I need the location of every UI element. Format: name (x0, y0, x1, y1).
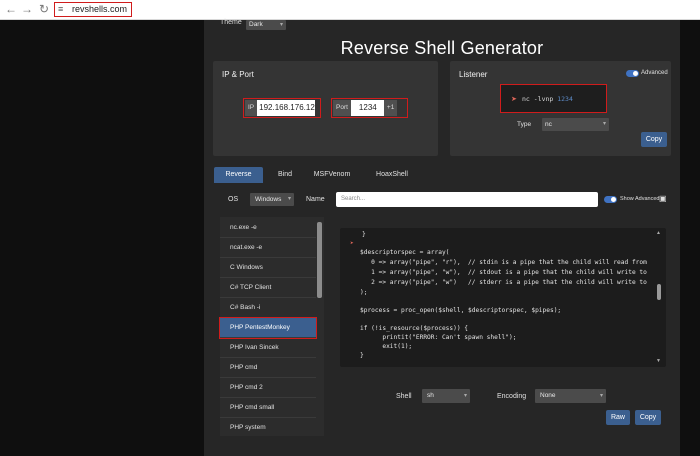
rocket-icon: ➤ (511, 96, 517, 103)
search-input[interactable]: Search... (336, 192, 598, 207)
advanced-toggle[interactable] (626, 70, 639, 77)
port-highlight (331, 98, 408, 118)
show-advanced-toggle[interactable] (604, 196, 617, 203)
list-item[interactable]: PHP cmd (220, 358, 316, 378)
listener-title: Listener (459, 70, 488, 79)
forward-icon[interactable]: → (20, 2, 34, 16)
list-item[interactable]: C# TCP Client (220, 278, 316, 298)
listener-command: ➤ nc -lvnp 1234 (500, 84, 607, 113)
code-line: if (!is_resource($process)) { (360, 325, 469, 332)
list-item[interactable]: nc.exe -e (220, 218, 316, 238)
scroll-down-icon[interactable]: ▼ (656, 358, 661, 364)
chevron-down-icon: ▾ (602, 121, 606, 127)
code-output[interactable]: } ➤ $descriptorspec = array( 0 => array(… (340, 228, 666, 367)
code-line: 1 => array("pipe", "w"), // stdout is a … (360, 269, 647, 276)
show-advanced-label: Show Advanced (620, 196, 660, 202)
chevron-down-icon: ▾ (279, 22, 283, 28)
theme-select[interactable]: Dark ▾ (246, 20, 286, 30)
code-scrollbar[interactable] (657, 284, 661, 300)
code-line: $process = proc_open($shell, $descriptor… (360, 307, 562, 314)
tab-bind[interactable]: Bind (270, 167, 300, 183)
list-item[interactable]: C# Bash -i (220, 298, 316, 318)
listener-command-prefix: nc -lvnp (522, 95, 554, 103)
code-line: 0 => array("pipe", "r"), // stdin is a p… (360, 259, 647, 266)
reload-icon[interactable]: ↻ (37, 2, 51, 16)
list-item[interactable]: PHP cmd small (220, 398, 316, 418)
tab-msfvenom[interactable]: MSFVenom (310, 167, 354, 183)
type-select[interactable]: nc ▾ (542, 118, 609, 131)
browser-toolbar: ← → ↻ ≡ revshells.com (0, 0, 700, 20)
encoding-select[interactable]: None ▾ (535, 389, 606, 403)
shell-select[interactable]: sh ▾ (422, 389, 470, 403)
back-icon[interactable]: ← (4, 2, 18, 16)
list-item[interactable]: PHP cmd 2 (220, 378, 316, 398)
chevron-down-icon: ▾ (463, 393, 467, 399)
os-select-value: Windows (255, 196, 282, 203)
scroll-up-icon[interactable]: ▲ (656, 230, 661, 236)
encoding-select-value: None (540, 392, 556, 399)
list-item[interactable]: ncat.exe -e (220, 238, 316, 258)
encoding-label: Encoding (497, 393, 527, 400)
type-label: Type (517, 121, 532, 128)
shell-select-value: sh (427, 392, 434, 399)
os-label: OS (228, 196, 239, 203)
rocket-icon: ➤ (350, 240, 354, 247)
code-line: ); (360, 289, 368, 296)
name-label: Name (306, 196, 325, 203)
address-bar-url: revshells.com (72, 4, 128, 14)
theme-label: Theme (220, 19, 242, 26)
list-item[interactable]: PHP Ivan Sincek (220, 338, 316, 358)
code-line: 2 => array("pipe", "w") // stderr is a p… (360, 279, 647, 286)
ip-highlight (243, 98, 321, 118)
list-scrollbar[interactable] (317, 222, 322, 298)
chevron-down-icon: ▾ (287, 196, 291, 202)
selected-shell-highlight (219, 317, 317, 339)
code-line: exit(1); (360, 343, 413, 350)
raw-button[interactable]: Raw (606, 410, 630, 425)
copy-button[interactable]: Copy (635, 410, 661, 425)
listener-command-port: 1234 (557, 95, 573, 103)
shell-label: Shell (396, 393, 412, 400)
code-line: } (360, 352, 364, 359)
code-line: $descriptorspec = array( (360, 249, 450, 256)
advanced-label: Advanced (641, 70, 668, 76)
list-item[interactable]: PHP system (220, 418, 316, 436)
code-line: } (362, 231, 366, 238)
list-item[interactable]: C Windows (220, 258, 316, 278)
address-bar[interactable]: ≡ revshells.com (54, 2, 132, 17)
tune-icon[interactable]: ≡ (58, 4, 63, 15)
listener-copy-button[interactable]: Copy (641, 132, 667, 147)
listener-command-text: nc -lvnp 1234 (522, 95, 573, 103)
tab-hoaxshell[interactable]: HoaxShell (369, 167, 415, 183)
theme-select-value: Dark (249, 21, 263, 28)
code-line: printit("ERROR: Can't spawn shell"); (360, 334, 517, 341)
tab-reverse[interactable]: Reverse (214, 167, 263, 183)
page-title: Reverse Shell Generator (340, 38, 544, 58)
os-select[interactable]: Windows ▾ (250, 193, 294, 206)
chevron-down-icon: ▾ (599, 393, 603, 399)
type-select-value: nc (545, 121, 552, 128)
floppy-disk-icon[interactable]: ▣ (659, 194, 667, 203)
ip-port-title: IP & Port (222, 70, 254, 79)
